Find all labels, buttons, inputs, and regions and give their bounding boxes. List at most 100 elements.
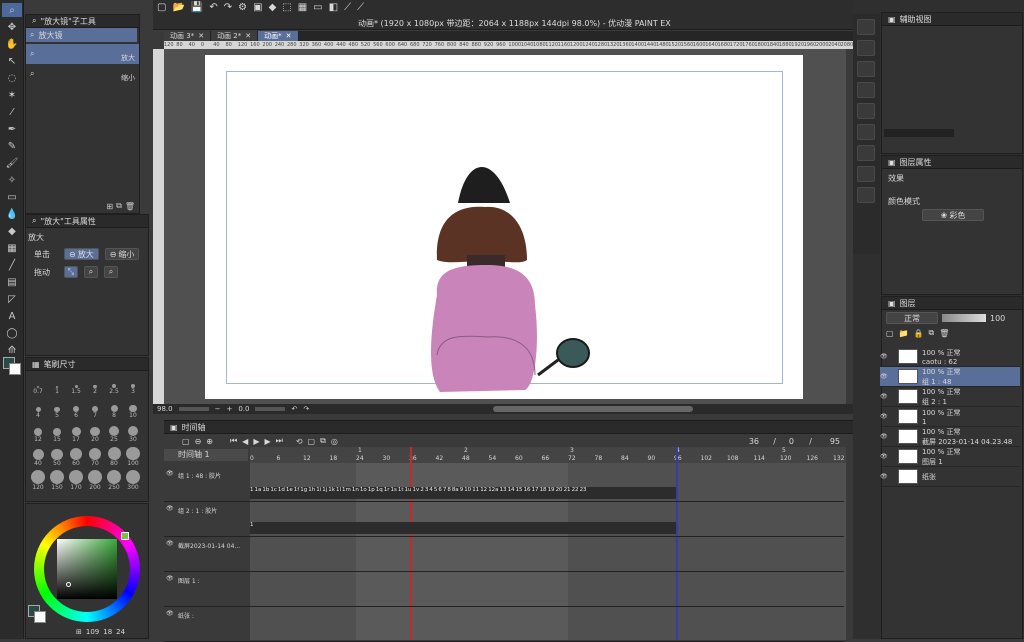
zoom-minus-icon[interactable]: − <box>215 405 221 413</box>
color-square[interactable] <box>57 539 117 599</box>
ruler-tool-icon[interactable]: ◸ <box>2 292 22 306</box>
cel-label[interactable]: 6 <box>438 487 442 499</box>
timeline-track[interactable]: 👁 图层 1 : <box>164 572 844 607</box>
zoom-in-timeline-icon[interactable]: ⊕ <box>206 437 213 446</box>
brush-size-cell[interactable]: 12 <box>30 421 46 443</box>
last-frame-icon[interactable]: ⏭ <box>276 436 283 446</box>
item-bank-icon[interactable] <box>857 61 875 77</box>
cel-label[interactable]: 1k <box>328 487 335 499</box>
brush-size-cell[interactable]: 2.5 <box>106 373 122 395</box>
transform-icon[interactable]: ⬚ <box>282 2 291 13</box>
brush-size-cell[interactable]: 100 <box>125 445 141 467</box>
subtool-item-zoom[interactable]: ⌕ 放大镜 <box>26 28 137 42</box>
cel-label[interactable]: 1q <box>376 487 383 499</box>
settings-icon[interactable]: ⚙ <box>238 2 247 13</box>
select-all-icon[interactable]: ▦ <box>298 2 307 13</box>
cel-label[interactable]: 1j <box>322 487 327 499</box>
cel-label[interactable]: 1m <box>342 487 351 499</box>
eye-icon[interactable]: 👁 <box>880 473 894 480</box>
layer-row[interactable]: 👁 100 % 正常 截屏 2023-01-14 04.23.48 <box>880 427 1020 447</box>
cel-label[interactable]: 4 <box>429 487 433 499</box>
cel-label[interactable]: 11 <box>472 487 479 499</box>
brush-size-cell[interactable]: 150 <box>49 469 65 491</box>
first-frame-icon[interactable]: ⏮ <box>230 436 237 446</box>
eraser-icon[interactable]: ▭ <box>2 190 22 204</box>
zoom-value[interactable]: 98.0 <box>157 405 173 413</box>
layer-row[interactable]: 👁 100 % 正常组 2 : 1 <box>880 387 1020 407</box>
cel-label[interactable]: 22 <box>572 487 579 499</box>
drag-mode-1-button[interactable]: ⤡ <box>64 266 78 278</box>
brush-size-cell[interactable]: 5 <box>49 397 65 419</box>
cel-label[interactable]: 1e <box>286 487 293 499</box>
tab-3[interactable]: 动画* ✕ <box>258 31 299 41</box>
eye-icon[interactable]: 👁 <box>880 413 894 420</box>
snap-grid-icon[interactable]: ⟋ <box>357 2 364 13</box>
blend-tool-icon[interactable]: 💧 <box>2 207 22 221</box>
subview-icon[interactable] <box>857 40 875 56</box>
sub-color-swatch[interactable] <box>34 611 46 623</box>
zoom-slider[interactable] <box>178 407 209 411</box>
drag-mode-3-button[interactable]: ⌕ <box>104 266 118 278</box>
eye-icon[interactable]: 👁 <box>166 470 174 477</box>
canvas-paper[interactable] <box>205 55 803 399</box>
horizontal-scrollbar[interactable] <box>493 406 693 412</box>
lock-icon[interactable]: 🔒 <box>914 329 924 338</box>
zoom-out-timeline-icon[interactable]: ⊖ <box>195 437 202 446</box>
airbrush-icon[interactable]: ✧ <box>2 173 22 187</box>
color-mode-select[interactable]: ❀ 彩色 <box>922 209 984 221</box>
cel-label[interactable]: 1o <box>360 487 367 499</box>
eyedropper-icon[interactable]: ⁄ <box>2 105 22 119</box>
sub-color-swatch[interactable] <box>9 363 21 375</box>
cel-label[interactable]: 16 <box>524 487 531 499</box>
eye-icon[interactable]: 👁 <box>166 575 174 582</box>
pencil-tool-icon[interactable]: ✎ <box>2 139 22 153</box>
brush-tool-icon[interactable]: 🖌 <box>2 156 22 170</box>
cel-label[interactable]: 1h <box>308 487 315 499</box>
layer-search-icon[interactable] <box>857 82 875 98</box>
timeline-track[interactable]: 👁 组 1 : 48 : 胶片 1 1a 1b 1c 1d 1e 1f 1g 1h 1i 1j 1k 1l 1… <box>164 467 844 502</box>
new-file-icon[interactable]: ▢ <box>157 2 166 13</box>
cel-label[interactable]: 10 <box>464 487 471 499</box>
brush-size-cell[interactable]: 15 <box>49 421 65 443</box>
cel-label[interactable]: 1 <box>250 487 254 499</box>
history-icon[interactable] <box>857 124 875 140</box>
layer-row[interactable]: 👁 100 % 正常组 1 : 48 <box>880 367 1020 387</box>
balloon-tool-icon[interactable]: ◯ <box>2 326 22 340</box>
cel-label[interactable]: 13 <box>500 487 507 499</box>
move-tool-icon[interactable]: ✥ <box>2 20 22 34</box>
undo-icon[interactable]: ↶ <box>209 2 217 13</box>
cel-label[interactable]: 1d <box>278 487 285 499</box>
operation-tool-icon[interactable]: ↖ <box>2 54 22 68</box>
animation-cels-icon[interactable] <box>857 103 875 119</box>
clip-icon[interactable]: ⧉ <box>929 328 935 338</box>
blend-mode-select[interactable]: 正常 <box>886 312 938 324</box>
cel-label[interactable]: 5 <box>434 487 438 499</box>
eye-icon[interactable]: 👁 <box>880 353 894 360</box>
brush-size-cell[interactable]: 7 <box>87 397 103 419</box>
cel-label[interactable]: 1f <box>294 487 299 499</box>
clear-icon[interactable]: ▣ <box>253 2 262 13</box>
cel-label[interactable]: 1b <box>262 487 269 499</box>
brush-size-cell[interactable]: 20 <box>87 421 103 443</box>
cel-label[interactable]: 20 <box>556 487 563 499</box>
cel-label[interactable]: 1p <box>368 487 375 499</box>
snap-ruler-icon[interactable]: ⟋ <box>344 2 351 13</box>
opacity-slider[interactable] <box>942 314 986 322</box>
pen-tool-icon[interactable]: ✒ <box>2 122 22 136</box>
cel-label[interactable]: 8 <box>447 487 451 499</box>
add-subtool-icon[interactable]: ⊞ <box>106 202 113 211</box>
fill-icon[interactable]: ◆ <box>269 2 277 13</box>
cel-label[interactable]: 19 <box>548 487 555 499</box>
gradient-tool-icon[interactable]: ▦ <box>2 241 22 255</box>
frame-tool-icon[interactable]: ▤ <box>2 275 22 289</box>
brush-size-cell[interactable]: 10 <box>125 397 141 419</box>
cel-label[interactable]: 2 <box>420 487 424 499</box>
correct-line-icon[interactable]: ⟰ <box>2 343 22 357</box>
brush-size-cell[interactable]: 60 <box>68 445 84 467</box>
hand-tool-icon[interactable]: ✋ <box>2 37 22 51</box>
subtool-item-zoom-in[interactable]: ⌕ 放大 <box>26 44 139 64</box>
eye-icon[interactable]: 👁 <box>880 453 894 460</box>
angle-slider[interactable] <box>255 407 286 411</box>
cel-label[interactable]: 1l <box>336 487 341 499</box>
click-zoom-out-button[interactable]: ⊖ 缩小 <box>104 248 140 260</box>
